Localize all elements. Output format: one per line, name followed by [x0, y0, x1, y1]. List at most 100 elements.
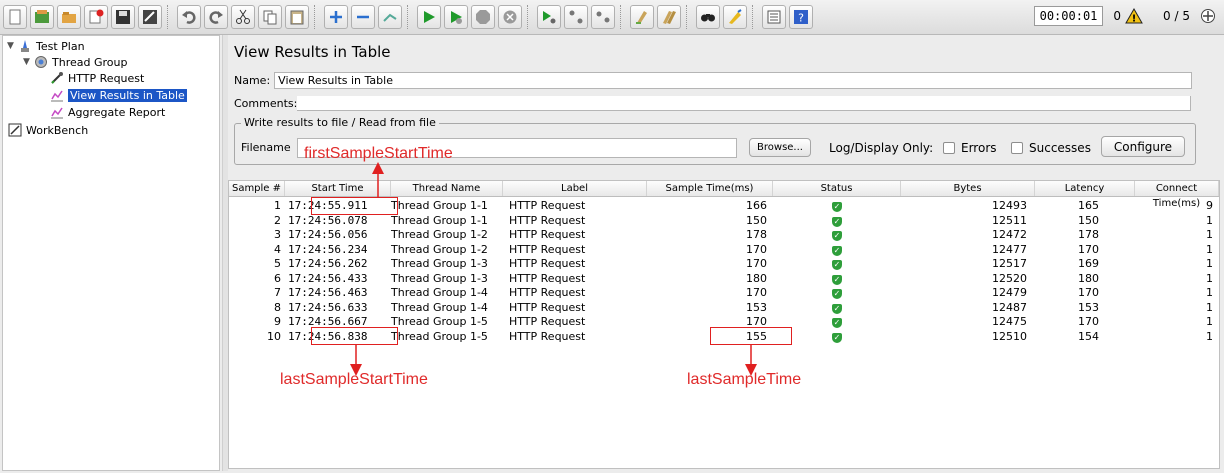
search-icon[interactable]: [696, 5, 720, 29]
column-header[interactable]: Bytes: [901, 181, 1035, 196]
expand-arrow-icon[interactable]: ▼: [7, 41, 17, 51]
listener-chart-icon: [49, 105, 65, 119]
table-cell: 6: [274, 271, 281, 285]
copy-icon[interactable]: [258, 5, 282, 29]
last-sample-start-time-label: lastSampleStartTime: [280, 371, 428, 388]
results-table[interactable]: Sample # Start Time Thread Name Label Sample…: [228, 180, 1220, 469]
results-panel: View Results in Table Name: View Results…: [228, 35, 1222, 471]
remote-status-icon: [1201, 9, 1215, 23]
table-cell: 1: [1206, 329, 1213, 343]
cut-icon[interactable]: [231, 5, 255, 29]
table-cell: 1: [1206, 271, 1213, 285]
comments-field[interactable]: [297, 96, 1192, 111]
table-cell: HTTP Request: [509, 329, 586, 343]
main-toolbar: ? 00:00:01 0 ! 0 / 5: [0, 0, 1224, 35]
stop-icon[interactable]: [471, 5, 495, 29]
table-cell: 170: [1078, 315, 1099, 328]
success-shield-icon: ✓: [832, 289, 842, 299]
tree-node-test-plan[interactable]: ▼ Test Plan: [7, 38, 85, 54]
status-cell: ✓: [773, 302, 901, 314]
configure-button[interactable]: Configure: [1101, 136, 1185, 157]
tree-node-workbench[interactable]: WorkBench: [7, 122, 88, 138]
help-icon[interactable]: ?: [789, 5, 813, 29]
tree-node-aggregate-report[interactable]: Aggregate Report: [49, 104, 165, 120]
remote-exit-icon[interactable]: [591, 5, 615, 29]
toggle-icon[interactable]: [378, 5, 402, 29]
column-header[interactable]: Thread Name: [391, 181, 503, 196]
table-row[interactable]: 4 17:24:56.234 Thread Group 1-2 HTTP Reques…: [229, 242, 1219, 256]
name-field[interactable]: View Results in Table: [274, 72, 1193, 89]
column-header[interactable]: Status: [773, 181, 901, 196]
reset-search-icon[interactable]: [723, 5, 747, 29]
start-icon[interactable]: [417, 5, 441, 29]
save-screenshot-icon[interactable]: [138, 5, 162, 29]
redo-icon[interactable]: [204, 5, 228, 29]
save-icon[interactable]: [111, 5, 135, 29]
toolbar-separator: [167, 5, 169, 29]
last-sample-time-highlight: [710, 327, 792, 345]
table-cell: 180: [1078, 271, 1099, 285]
column-header[interactable]: Sample Time(ms): [647, 181, 773, 196]
table-cell: Thread Group 1-4: [391, 286, 488, 299]
column-header[interactable]: Label: [503, 181, 647, 196]
function-helper-icon[interactable]: [762, 5, 786, 29]
table-cell: 12477: [992, 242, 1027, 256]
table-cell: 153: [1078, 300, 1099, 314]
table-cell: 5: [274, 257, 281, 270]
clear-all-icon[interactable]: [657, 5, 681, 29]
table-row[interactable]: 3 17:24:56.056 Thread Group 1-2 HTTP Reques…: [229, 229, 1219, 241]
open-icon[interactable]: [57, 5, 81, 29]
start-no-pauses-icon[interactable]: [444, 5, 468, 29]
expand-all-icon[interactable]: [324, 5, 348, 29]
column-header[interactable]: Sample #: [229, 181, 285, 196]
column-header[interactable]: Start Time: [285, 181, 391, 196]
errors-checkbox[interactable]: [943, 142, 955, 154]
active-threads: 0 / 5: [1163, 9, 1190, 23]
clear-icon[interactable]: [630, 5, 654, 29]
tree-node-thread-group[interactable]: ▼ Thread Group: [23, 54, 127, 70]
table-cell: Thread Group 1-5: [391, 329, 488, 343]
table-row[interactable]: 7 17:24:56.463 Thread Group 1-4 HTTP Reques…: [229, 286, 1219, 299]
remote-stop-icon[interactable]: [564, 5, 588, 29]
close-icon[interactable]: [84, 5, 108, 29]
table-row[interactable]: 6 17:24:56.433 Thread Group 1-3 HTTP Reques…: [229, 271, 1219, 285]
table-cell: 170: [746, 286, 767, 299]
table-cell: 17:24:56.433: [288, 271, 368, 285]
successes-checkbox[interactable]: [1011, 142, 1023, 154]
table-cell: 1: [1206, 242, 1213, 256]
status-cell: ✓: [773, 200, 901, 212]
status-cell: ✓: [773, 331, 901, 343]
shutdown-icon[interactable]: [498, 5, 522, 29]
tree-node-view-results-in-table[interactable]: View Results in Table: [49, 87, 187, 103]
column-header[interactable]: Latency: [1035, 181, 1135, 196]
paste-icon[interactable]: [285, 5, 309, 29]
table-cell: 150: [1078, 213, 1099, 227]
table-cell: Thread Group 1-2: [391, 242, 488, 256]
table-cell: 8: [274, 300, 281, 314]
workbench-icon: [7, 123, 23, 137]
templates-icon[interactable]: [30, 5, 54, 29]
first-sample-start-time-label: firstSampleStartTime: [304, 145, 453, 162]
new-icon[interactable]: [3, 5, 27, 29]
remote-start-icon[interactable]: [537, 5, 561, 29]
column-header[interactable]: Connect Time(ms): [1135, 181, 1219, 209]
expand-arrow-icon[interactable]: ▼: [23, 57, 33, 67]
status-cell: ✓: [773, 244, 901, 256]
name-row: Name: View Results in Table: [234, 72, 1193, 89]
table-cell: 12511: [992, 213, 1027, 227]
success-shield-icon: ✓: [832, 231, 842, 241]
tree-node-http-request[interactable]: HTTP Request: [49, 70, 144, 86]
table-cell: Thread Group 1-4: [391, 300, 488, 314]
undo-icon[interactable]: [177, 5, 201, 29]
table-cell: Thread Group 1-1: [391, 213, 488, 227]
table-row[interactable]: 5 17:24:56.262 Thread Group 1-3 HTTP Reques…: [229, 257, 1219, 270]
table-cell: HTTP Request: [509, 257, 586, 270]
table-cell: 7: [274, 286, 281, 299]
browse-button[interactable]: Browse...: [749, 138, 811, 157]
table-row[interactable]: 8 17:24:56.633 Thread Group 1-4 HTTP Reques…: [229, 300, 1219, 314]
table-row[interactable]: 2 17:24:56.078 Thread Group 1-1 HTTP Reques…: [229, 213, 1219, 227]
status-cell: ✓: [773, 273, 901, 285]
toolbar-separator: [686, 5, 688, 29]
collapse-all-icon[interactable]: [351, 5, 375, 29]
thread-group-gear-icon: [33, 55, 49, 69]
